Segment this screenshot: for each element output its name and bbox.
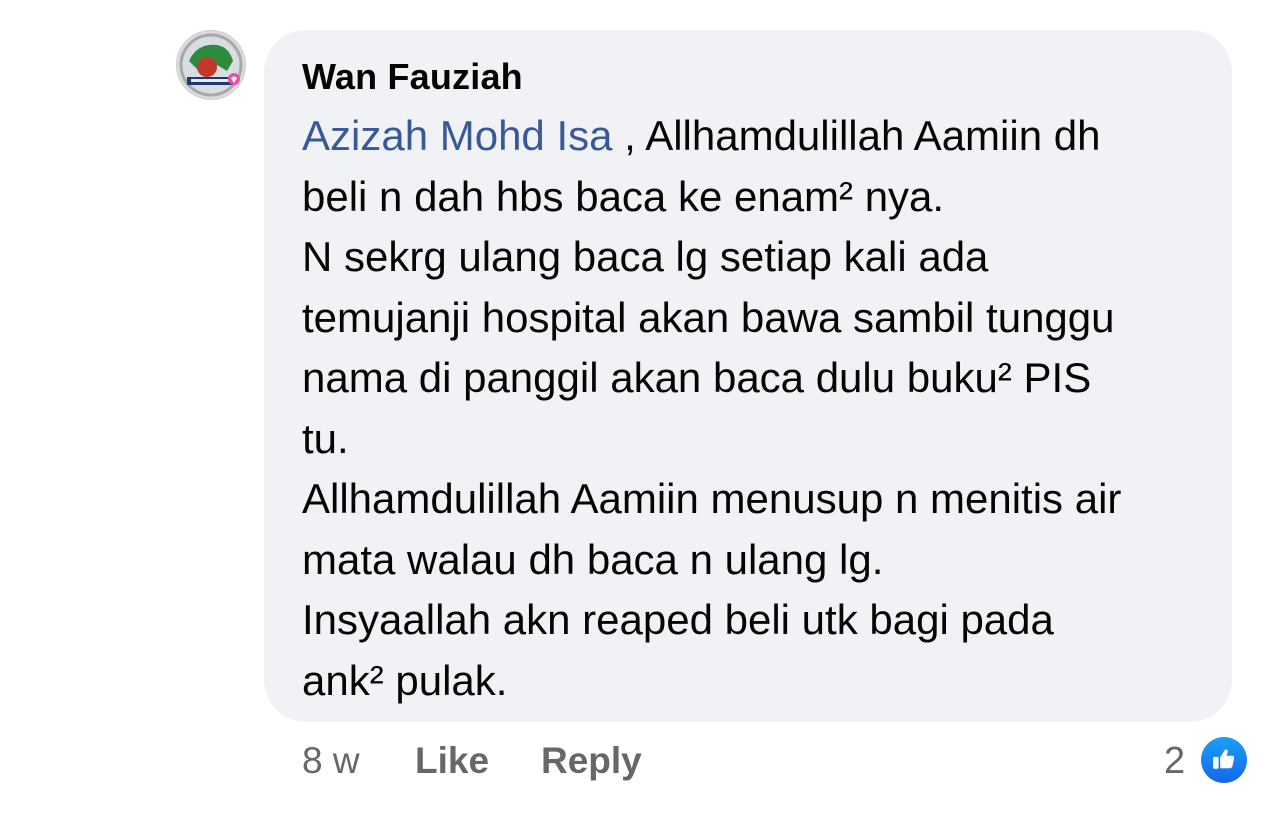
comment-bubble: Wan Fauziah Azizah Mohd Isa , Allhamduli…: [264, 30, 1232, 722]
reaction-count[interactable]: 2: [1164, 738, 1185, 784]
mention-link[interactable]: Azizah Mohd Isa: [302, 112, 613, 159]
comment-line: ank² pulak.: [302, 656, 508, 704]
comment-line: Insyaallah akn reaped beli utk bagi pada: [302, 596, 1054, 643]
comment-body: Azizah Mohd Isa , Allhamdulillah Aamiin …: [302, 106, 1232, 711]
comment-line: nama di panggil akan baca dulu buku² PIS: [302, 354, 1092, 401]
comment: Wan Fauziah Azizah Mohd Isa , Allhamduli…: [0, 0, 1284, 818]
avatar[interactable]: [176, 30, 246, 100]
comment-line: Allhamdulillah Aamiin menusup n menitis …: [302, 475, 1122, 522]
like-icon: [1213, 749, 1235, 769]
comment-line-text: , Allhamdulillah Aamiin dh: [612, 112, 1101, 159]
like-badge-background: [1201, 737, 1247, 783]
comment-line: tu.: [302, 414, 349, 462]
timestamp[interactable]: 8 w: [302, 738, 360, 784]
like-button[interactable]: Like: [415, 738, 489, 784]
reply-button[interactable]: Reply: [541, 738, 642, 784]
comment-line: N sekrg ulang baca lg setiap kali ada: [302, 233, 989, 280]
like-reaction-badge[interactable]: [1198, 734, 1250, 786]
avatar-image-icon: [177, 31, 245, 99]
comment-line: mata walau dh baca n ulang lg.: [302, 535, 884, 583]
comment-line: Azizah Mohd Isa , Allhamdulillah Aamiin …: [302, 106, 1232, 167]
comment-line: beli n dah hbs baca ke enam² nya.: [302, 172, 945, 220]
comment-author[interactable]: Wan Fauziah: [302, 56, 523, 98]
comment-line: temujanji hospital akan bawa sambil tung…: [302, 293, 1115, 341]
